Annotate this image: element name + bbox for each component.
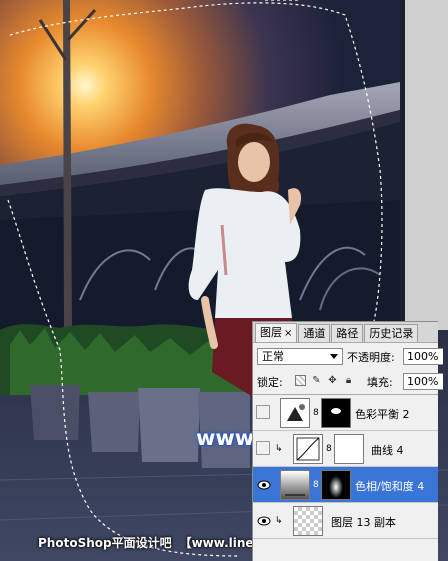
layer-name: 色相/饱和度 4: [355, 480, 425, 493]
tab-layers[interactable]: 图层 ×: [255, 323, 298, 342]
layer-name: 色彩平衡 2: [355, 408, 410, 421]
layer-row-hue-saturation[interactable]: 8 色相/饱和度 4: [253, 467, 438, 503]
color-balance-icon: [280, 398, 310, 428]
lock-transparent-icon[interactable]: [295, 375, 306, 386]
lock-move-icon[interactable]: ✥: [327, 375, 338, 386]
layer-row-layer13-copy[interactable]: ↳ 图层 13 副本: [253, 503, 438, 539]
tab-channels[interactable]: 通道: [298, 324, 331, 342]
layers-list: 8 色彩平衡 2 ↳ 8 曲线 4 8 色相/饱和度 4 ↳ 图层 13 副本: [253, 394, 438, 561]
visibility-toggle[interactable]: [256, 405, 270, 419]
lock-all-icon[interactable]: 🔒︎: [343, 375, 354, 386]
footer-left-text: PhotoShop平面设计吧: [38, 536, 172, 550]
panel-tabs: 图层 × 通道 路径 历史记录: [253, 322, 438, 343]
visibility-toggle[interactable]: [256, 441, 270, 455]
hue-saturation-icon: [280, 470, 310, 500]
tab-history[interactable]: 历史记录: [364, 324, 419, 342]
lock-label: 锁定:: [257, 376, 283, 389]
fill-input[interactable]: 100%: [403, 373, 443, 390]
clipping-arrow-icon: ↳: [275, 516, 283, 526]
chain-link-icon: 8: [313, 480, 319, 490]
opacity-label: 不透明度:: [347, 351, 395, 364]
blend-mode-select[interactable]: 正常: [257, 348, 343, 365]
layer-mask-thumbnail[interactable]: [321, 470, 351, 500]
layer-mask-thumbnail[interactable]: [334, 434, 364, 464]
layer-name: 曲线 4: [371, 444, 404, 457]
layer-row-curves[interactable]: ↳ 8 曲线 4: [253, 431, 438, 467]
blend-mode-value: 正常: [262, 350, 284, 363]
layer-mask-thumbnail[interactable]: [321, 398, 351, 428]
fill-label: 填充:: [367, 376, 393, 389]
chain-link-icon: 8: [326, 444, 332, 454]
tab-layers-label: 图层: [260, 326, 282, 339]
chain-link-icon: 8: [313, 408, 319, 418]
eye-icon[interactable]: [256, 513, 272, 529]
tab-paths[interactable]: 路径: [331, 324, 364, 342]
curves-icon: [293, 434, 323, 464]
chevron-down-icon: [330, 354, 338, 359]
close-icon[interactable]: ×: [284, 328, 292, 339]
layers-panel: 图层 × 通道 路径 历史记录 正常 不透明度: 100% 锁定: ✎ ✥ 🔒︎ …: [252, 321, 443, 561]
opacity-input[interactable]: 100%: [403, 348, 443, 365]
eye-icon[interactable]: [256, 477, 272, 493]
clipping-arrow-icon: ↳: [275, 444, 283, 454]
pixel-layer-icon: [293, 506, 323, 536]
layer-name: 图层 13 副本: [331, 516, 396, 529]
layer-row-color-balance[interactable]: 8 色彩平衡 2: [253, 395, 438, 431]
lock-brush-icon[interactable]: ✎: [311, 375, 322, 386]
